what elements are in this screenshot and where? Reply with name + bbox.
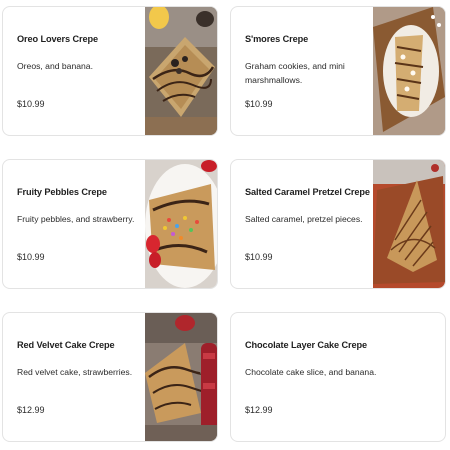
menu-item-price: $10.99 xyxy=(17,252,45,262)
menu-item-card-red-velvet-cake[interactable]: Red Velvet Cake Crepe Red velvet cake, s… xyxy=(2,312,218,442)
menu-item-price: $12.99 xyxy=(17,405,45,415)
menu-item-price: $10.99 xyxy=(245,252,273,262)
salted-caramel-crepe-photo xyxy=(373,160,445,288)
menu-item-description: Red velvet cake, strawberries. xyxy=(17,367,133,377)
menu-item-title: Salted Caramel Pretzel Crepe xyxy=(245,187,370,197)
menu-item-info: S'mores Crepe Graham cookies, and mini m… xyxy=(245,7,369,135)
menu-item-description: Graham cookies, and mini marshmallows. xyxy=(245,61,345,85)
menu-item-card-oreo-lovers[interactable]: Oreo Lovers Crepe Oreos, and banana. $10… xyxy=(2,6,218,136)
smores-crepe-photo xyxy=(373,7,445,135)
red-velvet-crepe-photo xyxy=(145,313,217,441)
menu-item-info: Oreo Lovers Crepe Oreos, and banana. $10… xyxy=(17,7,141,135)
menu-item-title: Oreo Lovers Crepe xyxy=(17,34,99,44)
menu-item-info: Salted Caramel Pretzel Crepe Salted cara… xyxy=(245,160,370,288)
menu-item-description: Fruity pebbles, and strawberry. xyxy=(17,214,135,224)
menu-item-title: Chocolate Layer Cake Crepe xyxy=(245,340,367,350)
menu-item-description: Oreos, and banana. xyxy=(17,61,93,71)
menu-item-title: S'mores Crepe xyxy=(245,34,309,44)
menu-item-title: Fruity Pebbles Crepe xyxy=(17,187,107,197)
fruity-pebbles-crepe-photo xyxy=(145,160,217,288)
menu-item-price: $10.99 xyxy=(17,99,45,109)
menu-item-price: $10.99 xyxy=(245,99,273,109)
menu-item-card-salted-caramel-pretzel[interactable]: Salted Caramel Pretzel Crepe Salted cara… xyxy=(230,159,446,289)
menu-item-description: Chocolate cake slice, and banana. xyxy=(245,367,377,377)
menu-item-card-fruity-pebbles[interactable]: Fruity Pebbles Crepe Fruity pebbles, and… xyxy=(2,159,218,289)
menu-item-card-chocolate-layer-cake[interactable]: Chocolate Layer Cake Crepe Chocolate cak… xyxy=(230,312,446,442)
menu-item-title: Red Velvet Cake Crepe xyxy=(17,340,115,350)
oreo-crepe-photo xyxy=(145,7,217,135)
menu-item-info: Red Velvet Cake Crepe Red velvet cake, s… xyxy=(17,313,141,441)
menu-item-price: $12.99 xyxy=(245,405,273,415)
menu-item-card-smores[interactable]: S'mores Crepe Graham cookies, and mini m… xyxy=(230,6,446,136)
menu-item-info: Fruity Pebbles Crepe Fruity pebbles, and… xyxy=(17,160,141,288)
menu-item-description: Salted caramel, pretzel pieces. xyxy=(245,214,363,224)
menu-item-info: Chocolate Layer Cake Crepe Chocolate cak… xyxy=(245,313,431,441)
